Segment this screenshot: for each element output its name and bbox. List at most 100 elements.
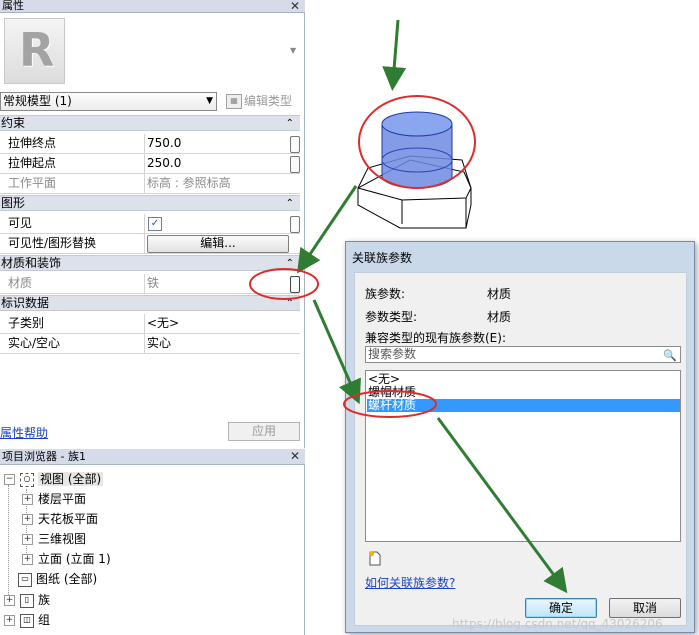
- collapse-icon[interactable]: −: [4, 474, 15, 485]
- tree-item-3d-views[interactable]: + 三维视图: [22, 531, 86, 549]
- param-label: 拉伸终点: [8, 134, 145, 153]
- param-value-input[interactable]: 250.0: [146, 154, 289, 173]
- param-label: 可见: [8, 214, 145, 233]
- type-selector-value: 常规模型 (1): [3, 94, 72, 108]
- watermark-text: https://blog.csdn.net/qq_43026206: [452, 617, 663, 631]
- param-value: ✓: [146, 214, 289, 233]
- tree-label: 立面 (立面 1): [38, 552, 111, 566]
- category-label: 约束: [1, 116, 26, 130]
- tree-item-floor-plans[interactable]: + 楼层平面: [22, 491, 86, 509]
- edit-type-label: 编辑类型: [244, 94, 293, 108]
- row-material[interactable]: 材质 铁: [0, 274, 300, 294]
- associate-param-button[interactable]: [290, 276, 300, 293]
- param-label: 可见性/图形替换: [8, 234, 145, 253]
- expand-icon[interactable]: +: [22, 534, 33, 545]
- visible-checkbox[interactable]: ✓: [148, 217, 162, 231]
- groups-icon: ◫: [20, 613, 34, 628]
- row-extrusion-end[interactable]: 拉伸终点 750.0: [0, 134, 300, 154]
- tree-item-groups[interactable]: + ◫ 组: [4, 612, 50, 630]
- views-icon: ○: [20, 472, 34, 487]
- expand-icon[interactable]: +: [4, 595, 15, 606]
- collapse-icon[interactable]: ⌃: [286, 116, 294, 131]
- family-param-label: 族参数:: [365, 287, 406, 301]
- apply-button[interactable]: 应用: [228, 422, 300, 441]
- tree-label: 视图 (全部): [38, 472, 104, 486]
- category-identity[interactable]: 标识数据 ⌃: [0, 295, 300, 311]
- tree-label: 楼层平面: [38, 492, 87, 506]
- parameter-list[interactable]: <无> 螺帽材质 螺杆材质: [365, 370, 681, 542]
- revit-logo-icon: R: [19, 23, 55, 77]
- type-selector[interactable]: 常规模型 (1) ▼: [0, 92, 217, 111]
- param-label: 材质: [8, 274, 145, 293]
- collapse-icon[interactable]: ⌃: [286, 196, 294, 211]
- how-to-associate-link[interactable]: 如何关联族参数?: [365, 574, 455, 591]
- tree-label: 天花板平面: [38, 512, 99, 526]
- search-input[interactable]: 搜索参数 🔍: [365, 346, 681, 363]
- ok-button[interactable]: 确定: [525, 598, 597, 618]
- expand-icon[interactable]: +: [22, 554, 33, 565]
- param-value-input[interactable]: 750.0: [146, 134, 289, 153]
- 3d-view-canvas[interactable]: [306, 0, 699, 240]
- chevron-down-icon[interactable]: ▼: [290, 46, 296, 55]
- browser-title: 项目浏览器 - 族1: [2, 450, 86, 463]
- family-type-thumbnail: R: [4, 18, 65, 84]
- row-subcategory[interactable]: 子类别 <无>: [0, 314, 300, 334]
- param-value-select[interactable]: 实心: [146, 334, 289, 353]
- properties-palette: 属性 ✕ R ▼ 常规模型 (1) ▼ ▦ 编辑类型 约束 ⌃ 拉伸终点 750…: [0, 0, 305, 448]
- collapse-icon[interactable]: ⌃: [286, 296, 294, 311]
- edit-visibility-button[interactable]: 编辑...: [147, 235, 289, 253]
- associate-param-button[interactable]: [290, 136, 300, 153]
- edit-type-button[interactable]: ▦ 编辑类型: [224, 92, 292, 111]
- close-icon[interactable]: ✕: [290, 450, 300, 462]
- browser-title-bar: 项目浏览器 - 族1 ✕: [0, 449, 305, 465]
- param-value-select[interactable]: <无>: [146, 314, 289, 333]
- associate-param-button[interactable]: [290, 216, 300, 233]
- dropdown-arrow-icon: ▼: [206, 96, 213, 106]
- family-param-value: 材质: [487, 287, 512, 301]
- sheets-icon: ▭: [18, 572, 32, 587]
- param-value: 标高 : 参照标高: [147, 176, 231, 190]
- param-label: 拉伸起点: [8, 154, 145, 173]
- close-icon[interactable]: ✕: [290, 0, 300, 12]
- param-type-label: 参数类型:: [365, 310, 418, 324]
- tree-item-sheets[interactable]: ▭ 图纸 (全部): [18, 571, 97, 589]
- expand-icon[interactable]: +: [22, 494, 33, 505]
- expand-icon[interactable]: +: [4, 615, 15, 626]
- category-constraints[interactable]: 约束 ⌃: [0, 115, 300, 131]
- row-solid-void[interactable]: 实心/空心 实心: [0, 334, 300, 354]
- properties-help-link[interactable]: 属性帮助: [0, 424, 48, 441]
- tree-label: 组: [38, 613, 51, 627]
- search-icon[interactable]: 🔍: [663, 348, 677, 363]
- row-visibility-override[interactable]: 可见性/图形替换 编辑...: [0, 234, 300, 254]
- row-extrusion-start[interactable]: 拉伸起点 250.0: [0, 154, 300, 174]
- cancel-button[interactable]: 取消: [609, 598, 681, 618]
- category-label: 材质和装饰: [1, 256, 62, 270]
- associate-param-button[interactable]: [290, 156, 300, 173]
- category-label: 标识数据: [1, 296, 50, 310]
- category-graphics[interactable]: 图形 ⌃: [0, 195, 300, 211]
- category-label: 图形: [1, 196, 26, 210]
- edit-type-icon: ▦: [226, 94, 242, 109]
- collapse-icon[interactable]: ⌃: [286, 256, 294, 271]
- tree-label: 三维视图: [38, 532, 87, 546]
- category-materials[interactable]: 材质和装饰 ⌃: [0, 255, 300, 271]
- tree-item-families[interactable]: + ▯ 族: [4, 592, 50, 610]
- row-visible[interactable]: 可见 ✓: [0, 214, 300, 234]
- tree-item-ceiling-plans[interactable]: + 天花板平面: [22, 511, 98, 529]
- expand-icon[interactable]: +: [22, 514, 33, 525]
- new-parameter-icon[interactable]: [368, 550, 382, 566]
- tree-item-views[interactable]: − ○ 视图 (全部): [4, 471, 104, 489]
- tree-label: 图纸 (全部): [36, 572, 98, 586]
- search-placeholder: 搜索参数: [368, 347, 417, 361]
- param-type-value: 材质: [487, 310, 512, 324]
- families-icon: ▯: [20, 593, 34, 608]
- tree-label: 族: [38, 593, 51, 607]
- param-label: 子类别: [8, 314, 145, 333]
- tree-guide-line: [8, 485, 9, 597]
- tree-item-elevations[interactable]: + 立面 (立面 1): [22, 551, 111, 569]
- compatible-params-label: 兼容类型的现有族参数(E):: [365, 331, 506, 345]
- properties-title: 属性: [2, 0, 24, 12]
- list-item-selected[interactable]: 螺杆材质: [367, 399, 680, 412]
- cylinder-model[interactable]: [381, 111, 453, 189]
- param-value: 铁: [147, 276, 160, 290]
